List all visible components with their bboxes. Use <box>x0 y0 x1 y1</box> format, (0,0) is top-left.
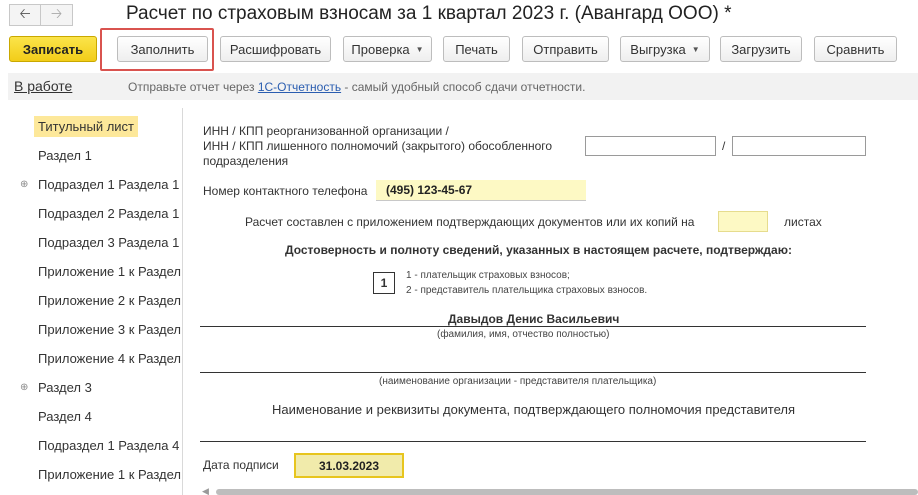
load-button[interactable]: Загрузить <box>720 36 802 62</box>
section-item[interactable]: Подраздел 3 Раздела 1 <box>8 229 182 255</box>
signer-option-2: 2 - представитель плательщика страховых … <box>406 285 648 296</box>
section-item-label: Приложение 2 к Раздел <box>38 292 181 308</box>
check-label: Проверка <box>351 41 410 57</box>
chevron-down-icon: ▼ <box>691 44 700 54</box>
section-item[interactable]: Подраздел 2 Раздела 1 <box>8 200 182 226</box>
decode-button[interactable]: Расшифровать <box>220 36 331 62</box>
section-item-label: Раздел 4 <box>38 408 92 424</box>
reorg-label-line1: ИНН / КПП реорганизованной организации / <box>203 124 449 138</box>
chevron-down-icon: ▼ <box>415 44 424 54</box>
doc-line <box>200 441 866 442</box>
sign-date-label: Дата подписи <box>203 458 279 472</box>
section-item-label: Раздел 1 <box>38 147 92 163</box>
attachment-text: Расчет составлен с приложением подтвержд… <box>245 215 695 229</box>
export-label: Выгрузка <box>630 41 686 57</box>
confirm-text: Достоверность и полноту сведений, указан… <box>285 243 792 257</box>
reporting-link[interactable]: 1С-Отчетность <box>258 80 341 94</box>
section-item[interactable]: Приложение 4 к Раздел <box>8 345 182 371</box>
scroll-left-icon[interactable]: ◀ <box>202 486 209 495</box>
section-item[interactable]: Приложение 3 к Раздел <box>8 316 182 342</box>
reorg-inn-input[interactable] <box>585 136 716 156</box>
sheets-label: листах <box>784 215 822 229</box>
expand-icon[interactable]: ⊕ <box>20 179 28 190</box>
window-title: Расчет по страховым взносам за 1 квартал… <box>126 3 732 24</box>
signer-name-caption: (фамилия, имя, отчество полностью) <box>437 329 610 340</box>
export-dropdown-button[interactable]: Выгрузка ▼ <box>620 36 710 62</box>
status-link[interactable]: В работе <box>14 78 72 94</box>
signer-option-1: 1 - плательщик страховых взносов; <box>406 270 570 281</box>
section-item-label: Подраздел 1 Раздела 4 <box>38 437 180 453</box>
signer-name[interactable]: Давыдов Денис Васильевич <box>448 312 619 326</box>
section-item-label: Приложение 3 к Раздел <box>38 321 181 337</box>
compare-button[interactable]: Сравнить <box>814 36 897 62</box>
status-message-text: Отправьте отчет через <box>128 80 258 94</box>
expand-icon[interactable]: ⊕ <box>20 382 28 393</box>
sections-panel: Титульный лист Раздел 1 ⊕ Подраздел 1 Разде… <box>8 108 183 495</box>
section-item-label: Приложение 1 к Раздел <box>38 263 181 279</box>
section-item-label: Подраздел 1 Раздела 1 <box>38 176 180 192</box>
phone-label: Номер контактного телефона <box>203 184 368 198</box>
status-message-tail: - самый удобный способ сдачи отчетности. <box>341 80 586 94</box>
section-item-label: Приложение 4 к Раздел <box>38 350 181 366</box>
back-button[interactable]: 🡠 <box>9 4 41 26</box>
section-item-label: Подраздел 3 Раздела 1 <box>38 234 180 250</box>
signer-code-input[interactable]: 1 <box>373 272 395 294</box>
scrollbar-thumb[interactable] <box>216 489 918 495</box>
horizontal-scrollbar[interactable]: ◀ <box>202 486 918 495</box>
signer-name-line <box>200 326 866 327</box>
send-button[interactable]: Отправить <box>522 36 609 62</box>
sign-date-input[interactable]: 31.03.2023 <box>294 453 404 478</box>
reorg-label-line3: подразделения <box>203 154 289 168</box>
section-item[interactable]: Титульный лист <box>8 113 182 139</box>
status-strip: В работе Отправьте отчет через 1С-Отчетн… <box>8 73 918 100</box>
org-caption: (наименование организации - представител… <box>379 376 657 387</box>
navigation-buttons: 🡠 🡢 <box>9 4 73 26</box>
section-item-label: Подраздел 2 Раздела 1 <box>38 205 180 221</box>
status-message: Отправьте отчет через 1С-Отчетность - са… <box>128 80 585 94</box>
section-item-label: Титульный лист <box>34 115 139 137</box>
section-item[interactable]: Раздел 4 <box>8 403 182 429</box>
print-button[interactable]: Печать <box>443 36 510 62</box>
forward-button[interactable]: 🡢 <box>41 4 73 26</box>
reorg-label-line2: ИНН / КПП лишенного полномочий (закрытог… <box>203 139 553 153</box>
section-item-label: Приложение 1 к Раздел <box>38 466 181 482</box>
inn-kpp-separator: / <box>722 139 726 153</box>
fill-button-highlight <box>100 28 214 71</box>
section-item[interactable]: Приложение 2 к Раздел <box>8 287 182 313</box>
reorg-kpp-input[interactable] <box>732 136 866 156</box>
attachment-sheets-input[interactable] <box>718 211 768 232</box>
section-item[interactable]: ⊕ Раздел 3 <box>8 374 182 400</box>
section-item[interactable]: Раздел 1 <box>8 142 182 168</box>
arrow-left-icon: 🡠 <box>19 5 31 21</box>
section-item[interactable]: Приложение 1 к Раздел <box>8 461 182 487</box>
doc-caption: Наименование и реквизиты документа, подт… <box>272 402 796 417</box>
save-button[interactable]: Записать <box>9 36 97 62</box>
section-item-label: Раздел 3 <box>38 379 92 395</box>
phone-input[interactable]: (495) 123-45-67 <box>376 180 586 201</box>
form-panel: ИНН / КПП реорганизованной организации /… <box>196 108 918 495</box>
check-dropdown-button[interactable]: Проверка ▼ <box>343 36 432 62</box>
section-item[interactable]: ⊕ Подраздел 1 Раздела 1 <box>8 171 182 197</box>
section-item[interactable]: Приложение 1 к Раздел <box>8 258 182 284</box>
section-item[interactable]: Подраздел 1 Раздела 4 <box>8 432 182 458</box>
org-name-line <box>200 372 866 373</box>
arrow-right-icon: 🡢 <box>50 5 63 21</box>
